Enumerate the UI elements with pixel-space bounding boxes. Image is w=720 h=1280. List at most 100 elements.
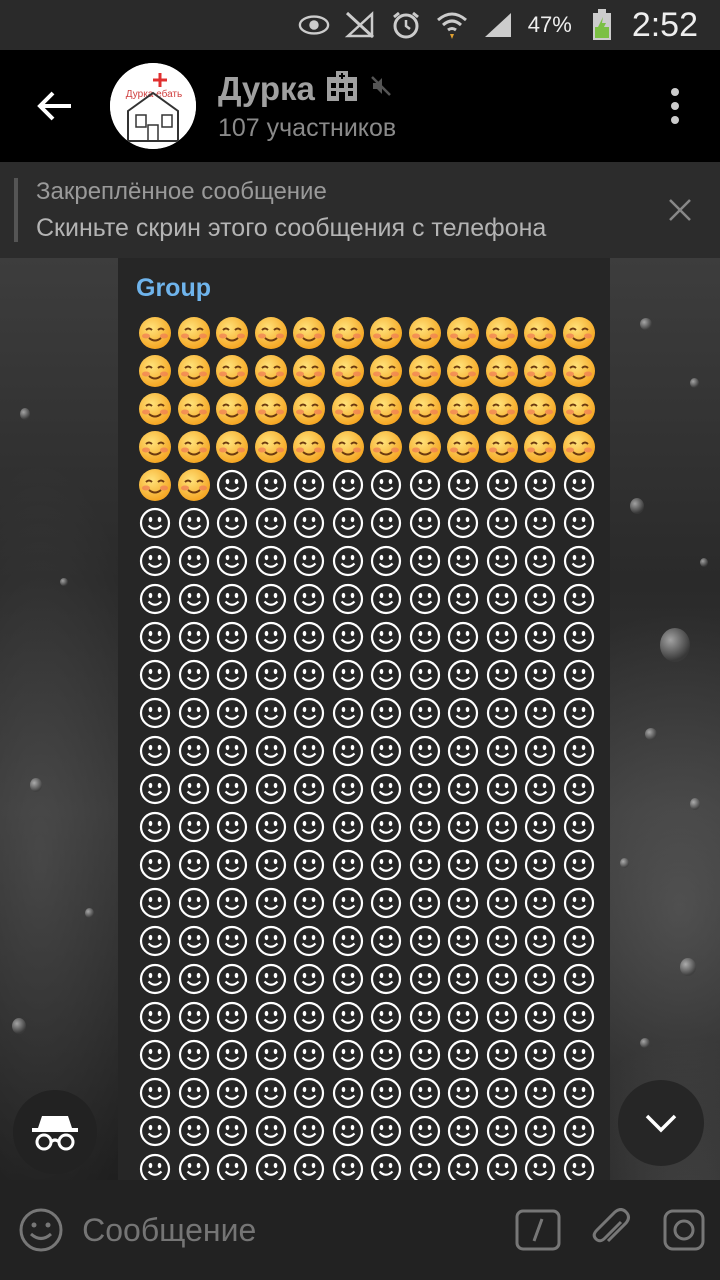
outline-smile-emoji [406, 922, 444, 960]
blushing-smile-emoji [290, 314, 328, 352]
blushing-smile-emoji [367, 314, 405, 352]
blushing-smile-emoji [406, 390, 444, 428]
outline-smile-emoji [560, 580, 598, 618]
outline-smile-emoji [252, 580, 290, 618]
outline-smile-emoji [329, 656, 367, 694]
outline-smile-emoji [483, 846, 521, 884]
outline-smile-emoji [444, 466, 482, 504]
outline-smile-emoji [406, 580, 444, 618]
outline-smile-emoji [290, 1074, 328, 1112]
signal-icon [482, 9, 514, 41]
outline-smile-emoji [136, 1112, 174, 1150]
camera-icon [663, 1209, 705, 1251]
camera-button[interactable] [647, 1180, 720, 1280]
outline-smile-emoji [406, 846, 444, 884]
outline-smile-emoji [329, 466, 367, 504]
outline-smile-emoji [367, 466, 405, 504]
blushing-smile-emoji [136, 466, 174, 504]
blushing-smile-emoji [560, 428, 598, 466]
outline-smile-emoji [175, 618, 213, 656]
back-arrow-icon [37, 91, 71, 121]
outline-smile-emoji [329, 1074, 367, 1112]
outline-smile-emoji [329, 580, 367, 618]
outline-smile-emoji [290, 580, 328, 618]
outline-smile-emoji [444, 618, 482, 656]
outline-smile-emoji [560, 732, 598, 770]
outline-smile-emoji [252, 1036, 290, 1074]
back-button[interactable] [0, 50, 110, 162]
blushing-smile-emoji [136, 428, 174, 466]
outline-smile-emoji [483, 960, 521, 998]
blushing-smile-emoji [367, 352, 405, 390]
outline-smile-emoji [444, 694, 482, 732]
blushing-smile-emoji [406, 428, 444, 466]
outline-smile-emoji [290, 1150, 328, 1180]
outline-smile-emoji [329, 694, 367, 732]
outline-smile-emoji [483, 998, 521, 1036]
chat-area[interactable]: Group [0, 258, 720, 1180]
group-avatar[interactable]: Дурка ебать [110, 63, 196, 149]
battery-icon [586, 9, 618, 41]
outline-smile-emoji [136, 960, 174, 998]
attach-button[interactable] [575, 1180, 648, 1280]
outline-smile-emoji [367, 960, 405, 998]
outline-smile-emoji [290, 922, 328, 960]
blushing-smile-emoji [406, 352, 444, 390]
blushing-smile-emoji [329, 390, 367, 428]
outline-smile-emoji [367, 808, 405, 846]
outline-smile-emoji [367, 884, 405, 922]
outline-smile-emoji [290, 1036, 328, 1074]
emoji-button[interactable] [0, 1180, 82, 1280]
more-menu-button[interactable] [630, 50, 720, 162]
outline-smile-emoji [136, 694, 174, 732]
outline-smile-emoji [521, 922, 559, 960]
outline-smile-emoji [136, 1074, 174, 1112]
outline-smile-emoji [329, 542, 367, 580]
outline-smile-emoji [521, 466, 559, 504]
pinned-title: Закреплённое сообщение [36, 177, 327, 205]
message-bubble[interactable]: Group [118, 258, 610, 1180]
outline-smile-emoji [483, 1112, 521, 1150]
outline-smile-emoji [175, 884, 213, 922]
outline-smile-emoji [175, 1074, 213, 1112]
outline-smile-emoji [483, 1074, 521, 1112]
message-sender[interactable]: Group [136, 274, 592, 310]
outline-smile-emoji [560, 1150, 598, 1180]
outline-smile-emoji [213, 504, 251, 542]
blushing-smile-emoji [175, 428, 213, 466]
outline-smile-emoji [136, 656, 174, 694]
blushing-smile-emoji [252, 428, 290, 466]
outline-smile-emoji [329, 618, 367, 656]
pinned-message[interactable]: Закреплённое сообщение Скиньте скрин это… [0, 162, 720, 258]
outline-smile-emoji [213, 694, 251, 732]
outline-smile-emoji [136, 922, 174, 960]
outline-smile-emoji [367, 580, 405, 618]
outline-smile-emoji [367, 1112, 405, 1150]
outline-smile-emoji [406, 504, 444, 542]
outline-smile-emoji [367, 770, 405, 808]
outline-smile-emoji [367, 618, 405, 656]
outline-smile-emoji [175, 1150, 213, 1180]
close-pinned-button[interactable] [640, 162, 720, 258]
outline-smile-emoji [483, 504, 521, 542]
outline-smile-emoji [252, 960, 290, 998]
outline-smile-emoji [136, 732, 174, 770]
bot-commands-button[interactable] [502, 1180, 575, 1280]
blushing-smile-emoji [521, 428, 559, 466]
eye-icon [298, 9, 330, 41]
chat-title-block[interactable]: Дурка 107 участников [218, 70, 630, 143]
incognito-button[interactable] [13, 1090, 97, 1174]
blushing-smile-emoji [521, 352, 559, 390]
outline-smile-emoji [406, 1112, 444, 1150]
outline-smile-emoji [483, 884, 521, 922]
scroll-down-button[interactable] [618, 1080, 704, 1166]
outline-smile-emoji [252, 1074, 290, 1112]
blushing-smile-emoji [290, 428, 328, 466]
outline-smile-emoji [521, 960, 559, 998]
blushing-smile-emoji [560, 314, 598, 352]
message-input[interactable] [82, 1180, 503, 1280]
outline-smile-emoji [213, 770, 251, 808]
outline-smile-emoji [175, 504, 213, 542]
outline-smile-emoji [329, 846, 367, 884]
member-count: 107 участников [218, 113, 397, 142]
